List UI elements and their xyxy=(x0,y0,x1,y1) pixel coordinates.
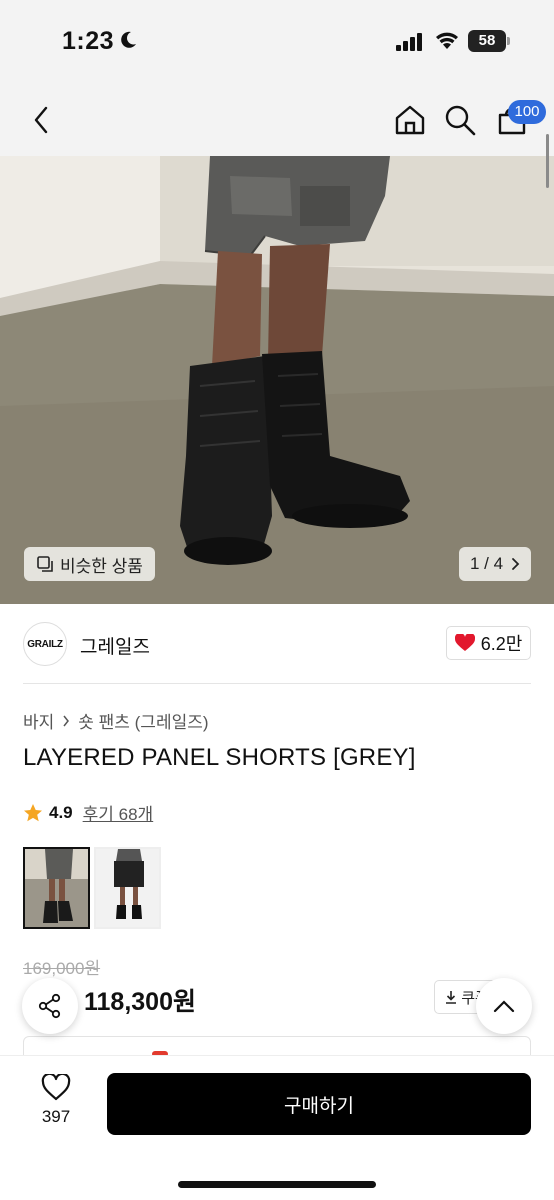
chevron-up-icon xyxy=(493,1000,515,1013)
sale-price: 118,300원 xyxy=(84,988,196,1016)
similar-icon xyxy=(37,556,53,572)
chevron-right-icon xyxy=(512,558,520,570)
image-page-counter[interactable]: 1 / 4 xyxy=(459,547,531,581)
wishlist-button[interactable]: 397 xyxy=(26,1074,86,1144)
buy-button[interactable]: 구매하기 xyxy=(107,1073,531,1135)
wishlist-count: 397 xyxy=(41,1107,71,1126)
breadcrumb: 바지 숏 팬츠 (그레일즈) xyxy=(23,708,209,733)
status-time: 1:23 xyxy=(62,27,115,55)
home-button[interactable] xyxy=(392,102,428,138)
rating-row: 4.9 후기 68개 xyxy=(23,800,153,825)
heart-outline-icon xyxy=(41,1074,71,1101)
brand-like-count: 6.2만 xyxy=(480,634,523,654)
product-photo xyxy=(0,156,554,604)
heart-icon xyxy=(454,634,475,651)
similar-products-label: 비슷한 상품 xyxy=(60,556,143,576)
scroll-indicator xyxy=(546,134,549,188)
back-button[interactable] xyxy=(26,104,56,136)
search-icon xyxy=(445,105,476,136)
brand-row[interactable]: GRAILZ 그레일즈 6.2만 xyxy=(0,604,554,684)
moon-icon xyxy=(121,31,136,48)
share-icon xyxy=(38,993,61,1019)
download-icon xyxy=(446,991,457,1004)
signal-icon xyxy=(396,33,422,51)
brand-name[interactable]: 그레일즈 xyxy=(80,632,150,659)
breadcrumb-item[interactable]: 바지 xyxy=(23,708,54,733)
brand-logo: GRAILZ xyxy=(23,622,67,666)
product-image-gallery[interactable] xyxy=(0,156,554,604)
home-icon xyxy=(395,105,425,135)
status-bar: 1:23 58 xyxy=(0,0,554,84)
divider xyxy=(23,683,531,684)
share-button[interactable] xyxy=(22,978,78,1034)
app-header xyxy=(0,84,554,156)
similar-products-button[interactable]: 비슷한 상품 xyxy=(24,547,155,581)
wifi-icon xyxy=(436,32,458,49)
scroll-to-top-button[interactable] xyxy=(476,978,532,1034)
battery-level: 58 xyxy=(468,30,506,52)
thumbnail-list xyxy=(23,847,161,929)
home-indicator xyxy=(178,1181,376,1188)
bottom-action-bar: 397 구매하기 xyxy=(0,1056,554,1200)
search-button[interactable] xyxy=(442,102,478,138)
page-counter-text: 1 / 4 xyxy=(469,554,504,573)
thumbnail-1[interactable] xyxy=(23,847,90,929)
rating-value: 4.9 xyxy=(49,802,73,822)
star-icon xyxy=(24,803,42,821)
review-link[interactable]: 후기 68개 xyxy=(83,800,154,825)
original-price: 169,000원 xyxy=(23,959,101,978)
breadcrumb-item[interactable]: 숏 팬츠 (그레일즈) xyxy=(78,708,208,733)
brand-like-button[interactable]: 6.2만 xyxy=(446,626,531,660)
battery-icon: 58 xyxy=(468,30,510,52)
product-title: LAYERED PANEL SHORTS [GREY] xyxy=(23,744,416,771)
thumbnail-2[interactable] xyxy=(94,847,161,929)
back-icon xyxy=(34,106,48,134)
cart-count-badge: 100 xyxy=(508,100,546,124)
chevron-right-icon xyxy=(63,715,70,726)
